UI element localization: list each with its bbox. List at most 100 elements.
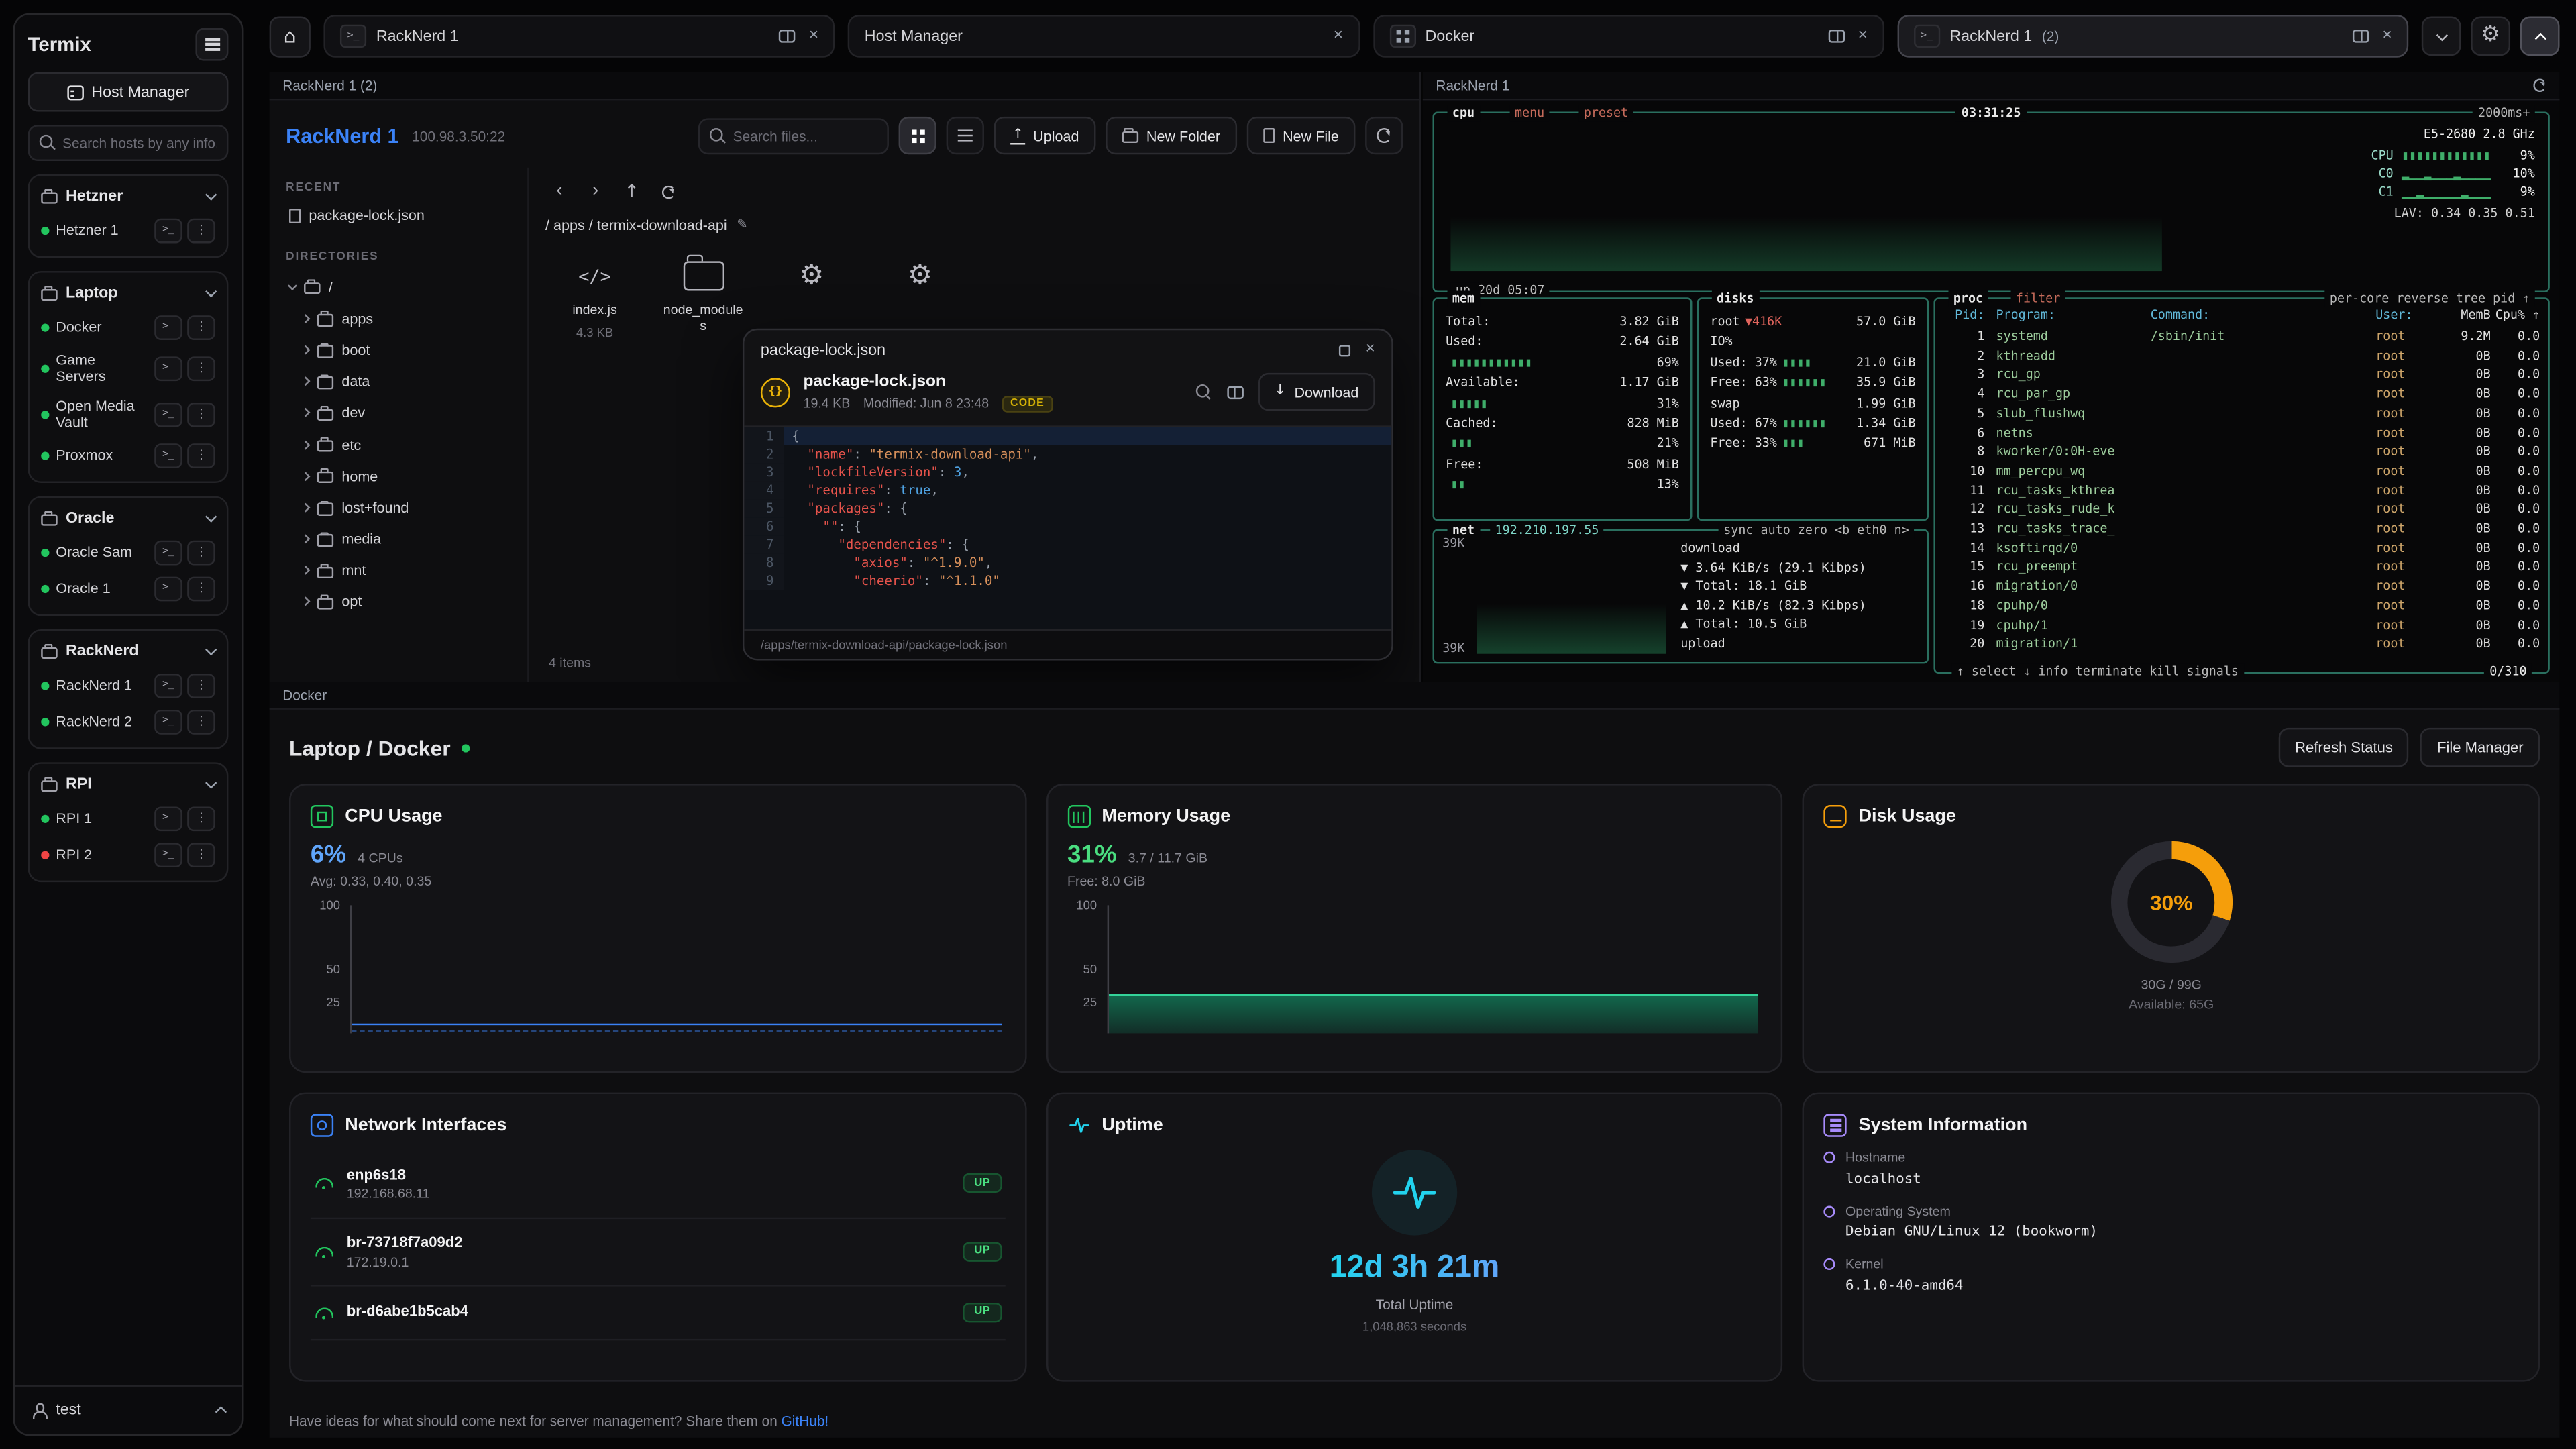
- group-header[interactable]: Laptop: [38, 281, 218, 309]
- file-item[interactable]: [877, 256, 963, 340]
- host-manager-button[interactable]: Host Manager: [28, 72, 229, 112]
- tab-host-manager[interactable]: Host Manager: [848, 15, 1359, 58]
- host-terminal-button[interactable]: [154, 402, 182, 427]
- process-row[interactable]: 6 netns root 0B 0.0: [1943, 423, 2540, 443]
- host-item[interactable]: Open Media Vault: [38, 391, 218, 437]
- process-row[interactable]: 4 rcu_par_gp root 0B 0.0: [1943, 384, 2540, 404]
- host-terminal-button[interactable]: [154, 356, 182, 380]
- group-header[interactable]: RPI: [38, 772, 218, 800]
- file-item[interactable]: [769, 256, 854, 340]
- host-terminal-button[interactable]: [154, 540, 182, 565]
- host-search[interactable]: [28, 125, 229, 161]
- host-terminal-button[interactable]: [154, 673, 182, 698]
- refresh-status-button[interactable]: Refresh Status: [2279, 728, 2410, 767]
- tree-folder[interactable]: boot: [286, 334, 511, 366]
- host-menu-button[interactable]: [187, 673, 215, 698]
- process-row[interactable]: 15 rcu_preempt root 0B 0.0: [1943, 557, 2540, 577]
- process-row[interactable]: 13 rcu_tasks_trace_ root 0B 0.0: [1943, 519, 2540, 539]
- download-button[interactable]: Download: [1258, 374, 1375, 411]
- tree-folder[interactable]: apps: [286, 303, 511, 334]
- file-manager-button[interactable]: File Manager: [2420, 728, 2540, 767]
- forward-button[interactable]: [582, 177, 610, 205]
- host-menu-button[interactable]: [187, 540, 215, 565]
- host-item[interactable]: RPI 2: [38, 837, 218, 873]
- tree-root-folder[interactable]: /: [286, 271, 511, 303]
- tools-button[interactable]: [2471, 16, 2510, 56]
- tree-folder[interactable]: lost+found: [286, 492, 511, 523]
- file-item[interactable]: index.js 4.3 KB: [552, 256, 637, 340]
- tab-racknerd1-terminal[interactable]: RackNerd 1: [323, 15, 835, 58]
- host-terminal-button[interactable]: [154, 576, 182, 601]
- code-preview[interactable]: 1{2 "name": "termix-download-api",3 "loc…: [744, 425, 1391, 631]
- host-item[interactable]: Oracle Sam: [38, 534, 218, 570]
- process-row[interactable]: 8 kworker/0:0H-eve root 0B 0.0: [1943, 442, 2540, 462]
- file-search-input[interactable]: [733, 127, 878, 144]
- close-tab-icon[interactable]: [1858, 28, 1868, 44]
- process-row[interactable]: 16 migration/0 root 0B 0.0: [1943, 577, 2540, 596]
- process-row[interactable]: 1 systemd /sbin/init root 9.2M 0.0: [1943, 327, 2540, 346]
- edit-path-icon[interactable]: [737, 219, 747, 232]
- close-tab-icon[interactable]: [2382, 28, 2392, 44]
- host-menu-button[interactable]: [187, 806, 215, 831]
- github-link[interactable]: GitHub!: [782, 1413, 829, 1429]
- collapse-header-button[interactable]: [2520, 16, 2560, 56]
- sidebar-menu-button[interactable]: [195, 28, 228, 61]
- process-row[interactable]: 20 migration/1 root 0B 0.0: [1943, 635, 2540, 654]
- process-row[interactable]: 12 rcu_tasks_rude_k root 0B 0.0: [1943, 500, 2540, 519]
- host-menu-button[interactable]: [187, 315, 215, 339]
- host-item[interactable]: RackNerd 2: [38, 704, 218, 740]
- close-tab-icon[interactable]: [1334, 28, 1343, 44]
- back-button[interactable]: [545, 177, 574, 205]
- group-header[interactable]: Oracle: [38, 506, 218, 535]
- host-terminal-button[interactable]: [154, 709, 182, 734]
- refresh-path-button[interactable]: [654, 177, 682, 205]
- host-item[interactable]: Game Servers: [38, 345, 218, 391]
- search-in-file-icon[interactable]: [1195, 384, 1212, 400]
- host-item[interactable]: Docker: [38, 309, 218, 345]
- breadcrumb[interactable]: / apps / termix-download-api: [545, 217, 1403, 233]
- grid-view-button[interactable]: [899, 117, 936, 154]
- process-row[interactable]: 19 cpuhp/1 root 0B 0.0: [1943, 615, 2540, 635]
- host-item[interactable]: Proxmox: [38, 437, 218, 474]
- btop-monitor[interactable]: cpu menu preset 03:31:25 2000ms+ E5-2680…: [1423, 100, 2560, 682]
- host-menu-button[interactable]: [187, 843, 215, 867]
- host-menu-button[interactable]: [187, 576, 215, 601]
- tree-folder[interactable]: mnt: [286, 555, 511, 586]
- host-menu-button[interactable]: [187, 402, 215, 427]
- process-row[interactable]: 11 rcu_tasks_kthrea root 0B 0.0: [1943, 481, 2540, 500]
- user-menu[interactable]: test: [15, 1385, 241, 1434]
- new-folder-button[interactable]: New Folder: [1106, 117, 1237, 154]
- home-button[interactable]: [270, 15, 311, 56]
- tree-folder[interactable]: etc: [286, 429, 511, 460]
- recent-file-item[interactable]: package-lock.json: [286, 202, 511, 228]
- process-row[interactable]: 10 mm_percpu_wq root 0B 0.0: [1943, 462, 2540, 481]
- tab-docker[interactable]: Docker: [1373, 15, 1884, 58]
- tree-folder[interactable]: home: [286, 460, 511, 492]
- host-terminal-button[interactable]: [154, 443, 182, 468]
- process-row[interactable]: 18 cpuhp/0 root 0B 0.0: [1943, 596, 2540, 616]
- host-item[interactable]: RPI 1: [38, 800, 218, 837]
- host-menu-button[interactable]: [187, 709, 215, 734]
- split-view-icon[interactable]: [2353, 30, 2369, 43]
- host-menu-button[interactable]: [187, 443, 215, 468]
- split-view-icon[interactable]: [780, 30, 796, 43]
- host-terminal-button[interactable]: [154, 806, 182, 831]
- host-item[interactable]: RackNerd 1: [38, 667, 218, 704]
- process-row[interactable]: 5 slub_flushwq root 0B 0.0: [1943, 404, 2540, 423]
- close-modal-icon[interactable]: [1365, 341, 1375, 358]
- split-view-icon[interactable]: [1828, 30, 1844, 43]
- tree-folder[interactable]: opt: [286, 586, 511, 618]
- host-item[interactable]: Oracle 1: [38, 570, 218, 606]
- group-header[interactable]: Hetzner: [38, 184, 218, 212]
- tree-folder[interactable]: data: [286, 366, 511, 397]
- process-row[interactable]: 14 ksoftirqd/0 root 0B 0.0: [1943, 539, 2540, 558]
- host-terminal-button[interactable]: [154, 217, 182, 242]
- tree-folder[interactable]: dev: [286, 397, 511, 429]
- side-panel-icon[interactable]: [1226, 386, 1242, 399]
- new-file-button[interactable]: New File: [1246, 117, 1355, 154]
- host-menu-button[interactable]: [187, 217, 215, 242]
- expand-icon[interactable]: [1339, 344, 1350, 356]
- host-search-input[interactable]: [62, 135, 217, 151]
- refresh-button[interactable]: [1365, 117, 1403, 154]
- host-item[interactable]: Hetzner 1: [38, 212, 218, 248]
